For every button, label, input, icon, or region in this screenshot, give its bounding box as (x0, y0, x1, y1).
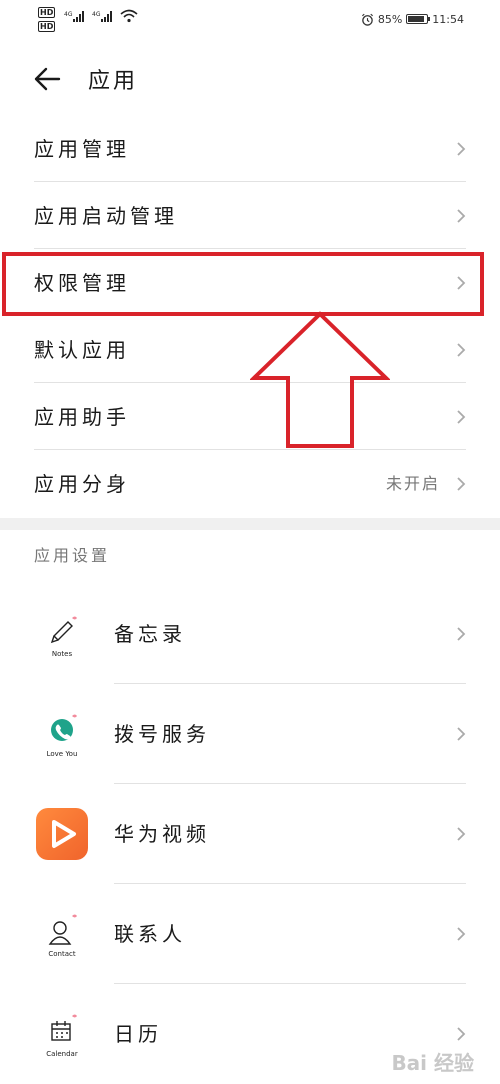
icon-caption: Contact (48, 950, 76, 958)
app-label: 联系人 (114, 922, 186, 946)
menu-item-label: 应用分身 (34, 472, 130, 496)
app-item-huawei-video[interactable]: 华为视频 (0, 784, 500, 884)
menu-item-app-launch[interactable]: 应用启动管理 (0, 183, 500, 249)
signal-icon: 4G (92, 11, 112, 22)
chevron-right-icon (457, 627, 466, 641)
app-label: 拨号服务 (114, 722, 210, 746)
divider (34, 181, 466, 182)
app-label: 日历 (114, 1022, 162, 1046)
menu-item-label: 应用启动管理 (34, 204, 178, 228)
wifi-icon (120, 9, 138, 23)
clock: 11:54 (432, 12, 464, 26)
chevron-right-icon (457, 827, 466, 841)
hd-badge: HD (38, 21, 56, 32)
app-label: 备忘录 (114, 622, 186, 646)
menu-item-label: 应用管理 (34, 137, 130, 161)
icon-caption: Notes (51, 650, 73, 658)
chevron-right-icon (457, 142, 466, 156)
section-title: 应用设置 (34, 546, 111, 565)
menu-item-label: 默认应用 (34, 338, 130, 362)
battery-fill (408, 16, 424, 22)
menu-item-label: 应用助手 (34, 405, 130, 429)
status-value: 未开启 (385, 474, 440, 493)
signal-label: 4G (92, 11, 101, 18)
chevron-right-icon (457, 209, 466, 223)
chevron-right-icon (457, 927, 466, 941)
battery-icon (406, 14, 431, 24)
watermark: Bai 经验 (391, 1051, 474, 1075)
chevron-right-icon (457, 1027, 466, 1041)
notes-icon: Notes (36, 608, 88, 660)
video-play-icon (36, 808, 88, 860)
app-item-notes[interactable]: Notes 备忘录 (0, 584, 500, 684)
page-title: 应用 (88, 69, 139, 94)
chevron-right-icon (457, 727, 466, 741)
chevron-right-icon (457, 477, 466, 491)
icon-caption: Calendar (46, 1050, 78, 1058)
signal-icon: 4G (64, 11, 84, 22)
hd-badge: HD (38, 7, 56, 18)
chevron-right-icon (457, 410, 466, 424)
up-arrow-annotation-icon (250, 311, 390, 448)
highlight-annotation (2, 252, 484, 316)
phone-icon: Love You (36, 708, 88, 760)
signal-label: 4G (64, 11, 73, 18)
section-separator (0, 518, 500, 530)
app-label: 华为视频 (114, 822, 210, 846)
app-item-dialer[interactable]: Love You 拨号服务 (0, 684, 500, 784)
calendar-icon: Calendar (36, 1008, 88, 1060)
alarm-icon (361, 13, 373, 26)
menu-item-app-twin[interactable]: 应用分身 未开启 (0, 451, 500, 517)
status-right: 85% 11:54 (361, 9, 464, 29)
icon-caption: Love You (46, 750, 78, 758)
battery-percent: 85% (377, 12, 403, 26)
divider (34, 248, 466, 249)
chevron-right-icon (457, 343, 466, 357)
top-app-bar: 应用 (0, 48, 500, 108)
menu-item-app-management[interactable]: 应用管理 (0, 116, 500, 182)
status-bar: HD HD 4G 4G 85% 11:54 (0, 0, 500, 40)
contact-icon: Contact (36, 908, 88, 960)
app-item-contacts[interactable]: Contact 联系人 (0, 884, 500, 984)
back-arrow-icon[interactable] (30, 62, 64, 96)
